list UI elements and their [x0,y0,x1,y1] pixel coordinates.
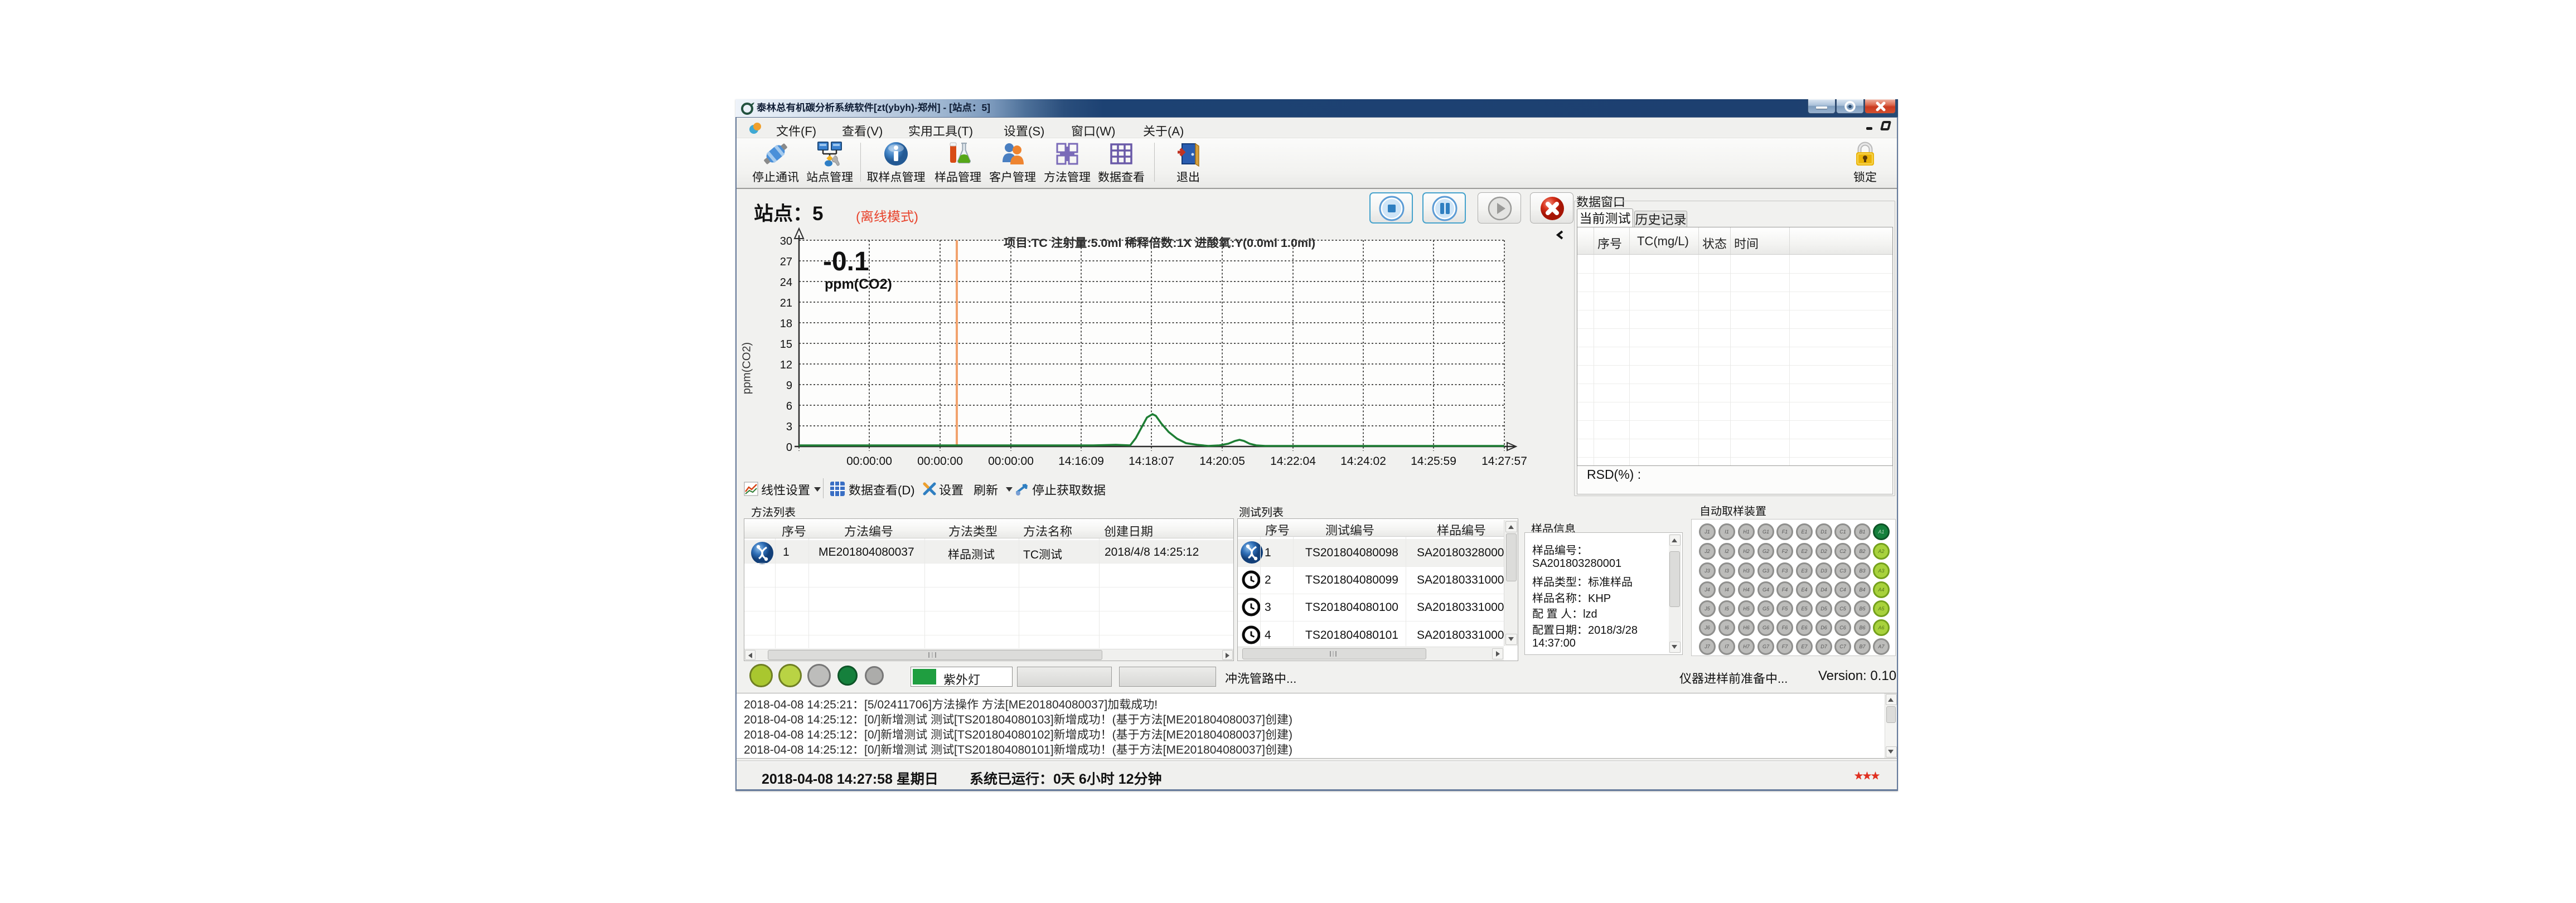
svg-text:9: 9 [786,380,792,392]
svg-text:15: 15 [780,338,792,351]
svg-text:18: 18 [780,318,792,330]
svg-text:6: 6 [786,400,792,412]
svg-text:14:18:07: 14:18:07 [1129,455,1174,468]
svg-text:12: 12 [780,359,792,371]
svg-text:14:27:57: 14:27:57 [1481,455,1527,468]
svg-text:14:20:05: 14:20:05 [1199,455,1245,468]
svg-text:0: 0 [786,441,792,454]
svg-text:14:16:09: 14:16:09 [1058,455,1104,468]
svg-text:21: 21 [780,297,792,309]
svg-text:24: 24 [780,276,792,289]
svg-text:00:00:00: 00:00:00 [846,455,892,468]
svg-text:14:22:04: 14:22:04 [1270,455,1316,468]
svg-text:30: 30 [780,235,792,247]
svg-text:14:25:59: 14:25:59 [1411,455,1456,468]
svg-text:00:00:00: 00:00:00 [917,455,963,468]
svg-text:14:24:02: 14:24:02 [1340,455,1386,468]
svg-text:27: 27 [780,256,792,268]
svg-text:00:00:00: 00:00:00 [988,455,1034,468]
svg-text:3: 3 [786,421,792,433]
